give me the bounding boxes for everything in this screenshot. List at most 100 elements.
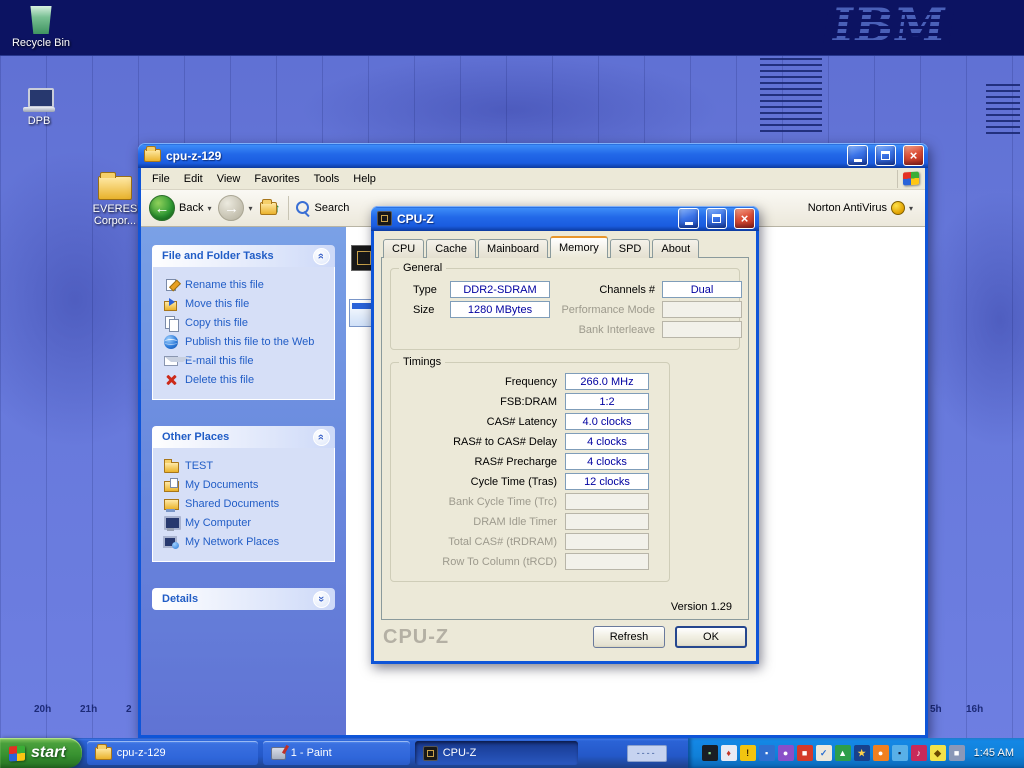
- menu-file[interactable]: File: [145, 173, 177, 185]
- tray-icon[interactable]: ●: [873, 745, 889, 761]
- maximize-button[interactable]: [706, 208, 727, 229]
- minimize-button[interactable]: [678, 208, 699, 229]
- chevron-down-icon[interactable]: »: [313, 591, 330, 608]
- clock[interactable]: 1:45 AM: [974, 747, 1014, 759]
- tray-icon[interactable]: ♦: [721, 745, 737, 761]
- tab-cpu[interactable]: CPU: [383, 239, 424, 258]
- forward-button[interactable]: → ▾: [218, 195, 252, 221]
- place-my-documents-link[interactable]: My Documents: [163, 475, 330, 494]
- back-icon: ←: [149, 195, 175, 221]
- ibm-logo: IBM: [828, 2, 949, 48]
- refresh-button[interactable]: Refresh: [593, 626, 665, 648]
- norton-label: Norton AntiVirus: [808, 202, 887, 214]
- cpuz-window: CPU-Z × CPU Cache Mainboard Memory SPD A…: [371, 206, 759, 664]
- details-header[interactable]: Details »: [152, 588, 335, 610]
- tab-cache[interactable]: Cache: [426, 239, 476, 258]
- timing-label: RAS# Precharge: [399, 456, 557, 468]
- taskbar-dots-button[interactable]: ----: [627, 745, 667, 762]
- tab-about[interactable]: About: [652, 239, 699, 258]
- place-shared-documents-link[interactable]: Shared Documents: [163, 494, 330, 513]
- start-label: start: [31, 744, 66, 762]
- up-button[interactable]: ↑: [260, 201, 281, 215]
- type-value: DDR2-SDRAM: [450, 281, 550, 298]
- cpuz-titlebar[interactable]: CPU-Z ×: [371, 206, 759, 231]
- publish-file-link[interactable]: Publish this file to the Web: [163, 332, 330, 351]
- move-file-link[interactable]: Move this file: [163, 294, 330, 313]
- ok-button[interactable]: OK: [675, 626, 747, 648]
- tab-memory[interactable]: Memory: [550, 236, 608, 258]
- search-button[interactable]: Search: [296, 201, 350, 216]
- taskbar-task-paint[interactable]: 1 - Paint: [263, 741, 410, 765]
- globe-icon: [163, 334, 179, 350]
- performance-mode-value: [662, 301, 742, 318]
- tray-icon[interactable]: ▲: [835, 745, 851, 761]
- menu-help[interactable]: Help: [346, 173, 383, 185]
- timing-value: 4 clocks: [565, 453, 649, 470]
- chevron-up-icon[interactable]: »: [313, 248, 330, 265]
- copy-file-link[interactable]: Copy this file: [163, 313, 330, 332]
- folder-icon: [98, 176, 132, 200]
- tray-icon[interactable]: ▪: [702, 745, 718, 761]
- back-button[interactable]: ← Back ▾: [149, 195, 211, 221]
- timezone-label: 5h: [930, 704, 942, 715]
- place-my-computer-link[interactable]: My Computer: [163, 513, 330, 532]
- forward-dropdown-icon[interactable]: ▾: [248, 204, 252, 213]
- wallpaper-lines: [986, 84, 1020, 134]
- taskbar-task-cpu-z-129[interactable]: cpu-z-129: [87, 741, 258, 765]
- search-label: Search: [315, 202, 350, 214]
- desktop-icon-label: DPB: [28, 115, 51, 127]
- chevron-up-icon[interactable]: »: [313, 429, 330, 446]
- taskbar: start cpu-z-129 1 - Paint CPU-Z ---- ▪ ♦…: [0, 738, 1024, 768]
- desktop-icon-recycle-bin[interactable]: Recycle Bin: [6, 6, 76, 49]
- timing-label: Total CAS# (tRDRAM): [399, 536, 557, 548]
- tray-icon[interactable]: ♪: [911, 745, 927, 761]
- maximize-button[interactable]: [875, 145, 896, 166]
- tray-icon[interactable]: ▪: [759, 745, 775, 761]
- explorer-title: cpu-z-129: [166, 149, 840, 163]
- version-text: Version 1.29: [390, 601, 740, 613]
- norton-dropdown-icon[interactable]: ▾: [909, 204, 913, 213]
- menu-edit[interactable]: Edit: [177, 173, 210, 185]
- tray-icon[interactable]: ■: [797, 745, 813, 761]
- timing-value: 1:2: [565, 393, 649, 410]
- norton-antivirus-button[interactable]: Norton AntiVirus ▾: [808, 201, 917, 215]
- close-button[interactable]: ×: [734, 208, 755, 229]
- rename-file-link[interactable]: Rename this file: [163, 275, 330, 294]
- panel-title: Other Places: [162, 431, 229, 443]
- menu-view[interactable]: View: [210, 173, 248, 185]
- close-button[interactable]: ×: [903, 145, 924, 166]
- tray-icon[interactable]: ▪: [892, 745, 908, 761]
- tray-icon[interactable]: ■: [949, 745, 965, 761]
- timing-value: [565, 533, 649, 550]
- tray-icon[interactable]: ★: [854, 745, 870, 761]
- timing-value: [565, 493, 649, 510]
- minimize-button[interactable]: [847, 145, 868, 166]
- move-icon: [163, 296, 179, 312]
- menu-favorites[interactable]: Favorites: [247, 173, 306, 185]
- tab-spd[interactable]: SPD: [610, 239, 651, 258]
- tray-icon[interactable]: ✓: [816, 745, 832, 761]
- email-file-link[interactable]: E-mail this file: [163, 351, 330, 370]
- paint-icon: [271, 747, 286, 760]
- menu-tools[interactable]: Tools: [307, 173, 347, 185]
- file-tasks-header[interactable]: File and Folder Tasks »: [152, 245, 335, 267]
- tray-icon[interactable]: ●: [778, 745, 794, 761]
- start-button[interactable]: start: [0, 738, 82, 768]
- system-tray: ▪ ♦ ! ▪ ● ■ ✓ ▲ ★ ● ▪ ♪ ◆ ■ 1:45 AM: [688, 738, 1024, 768]
- taskbar-task-cpuz[interactable]: CPU-Z: [415, 741, 578, 765]
- delete-file-link[interactable]: Delete this file: [163, 370, 330, 389]
- desktop-icon-dpb[interactable]: DPB: [4, 88, 74, 127]
- timing-value: 12 clocks: [565, 473, 649, 490]
- file-tasks-panel: File and Folder Tasks » Rename this file…: [152, 245, 335, 400]
- tray-icon[interactable]: !: [740, 745, 756, 761]
- windows-logo-icon: [9, 745, 25, 761]
- norton-icon: [891, 201, 905, 215]
- explorer-titlebar[interactable]: cpu-z-129 ×: [138, 143, 928, 168]
- other-places-header[interactable]: Other Places »: [152, 426, 335, 448]
- tab-mainboard[interactable]: Mainboard: [478, 239, 548, 258]
- place-test-link[interactable]: TEST: [163, 456, 330, 475]
- folder-icon: [144, 149, 161, 162]
- tray-icon[interactable]: ◆: [930, 745, 946, 761]
- place-my-network-link[interactable]: My Network Places: [163, 532, 330, 551]
- back-dropdown-icon[interactable]: ▾: [207, 204, 211, 213]
